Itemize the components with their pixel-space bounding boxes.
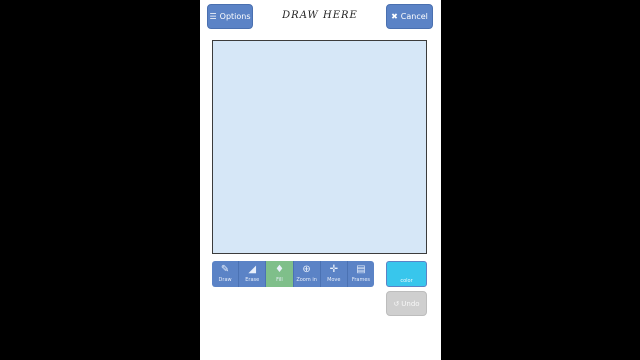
zoom-in-icon: ⊕: [302, 264, 311, 275]
pencil-icon: ✎: [220, 264, 230, 275]
fill-drop-icon: ♦: [274, 264, 284, 275]
undo-label: Undo: [401, 299, 420, 308]
erase-tool-button[interactable]: ◢ Erase: [239, 261, 267, 287]
app-screen: ☰ Options DRAW HERE ✖ Cancel ✎ Draw ◢ Er…: [200, 0, 441, 360]
undo-icon: ↺: [393, 299, 400, 308]
drawing-canvas[interactable]: [212, 40, 427, 254]
zoom-in-tool-button[interactable]: ⊕ Zoom in: [294, 261, 321, 287]
zoom-in-tool-label: Zoom in: [296, 277, 317, 283]
color-picker-button[interactable]: color: [386, 261, 427, 287]
page-title: DRAW HERE: [282, 10, 358, 21]
menu-icon: ☰: [209, 12, 217, 21]
color-label: color: [400, 278, 413, 284]
fill-tool-button[interactable]: ♦ Fill: [266, 261, 294, 287]
frames-tool-button[interactable]: ▤ Frames: [348, 261, 374, 287]
frames-icon: ▤: [356, 264, 366, 275]
draw-tool-label: Draw: [218, 277, 232, 283]
eraser-icon: ◢: [248, 264, 257, 275]
fill-tool-label: Fill: [276, 277, 283, 283]
tool-bar: ✎ Draw ◢ Erase ♦ Fill ⊕ Zoom in ✛ Move ▤…: [212, 261, 374, 287]
options-label: Options: [219, 12, 251, 21]
options-button[interactable]: ☰ Options: [207, 4, 253, 29]
close-icon: ✖: [391, 12, 398, 21]
cancel-label: Cancel: [400, 12, 428, 21]
draw-tool-button[interactable]: ✎ Draw: [212, 261, 240, 287]
move-icon: ✛: [329, 264, 338, 275]
cancel-button[interactable]: ✖ Cancel: [386, 4, 433, 29]
frames-tool-label: Frames: [351, 277, 371, 283]
erase-tool-label: Erase: [245, 277, 260, 283]
move-tool-button[interactable]: ✛ Move: [321, 261, 348, 287]
undo-button[interactable]: ↺ Undo: [386, 291, 427, 316]
move-tool-label: Move: [327, 277, 341, 283]
